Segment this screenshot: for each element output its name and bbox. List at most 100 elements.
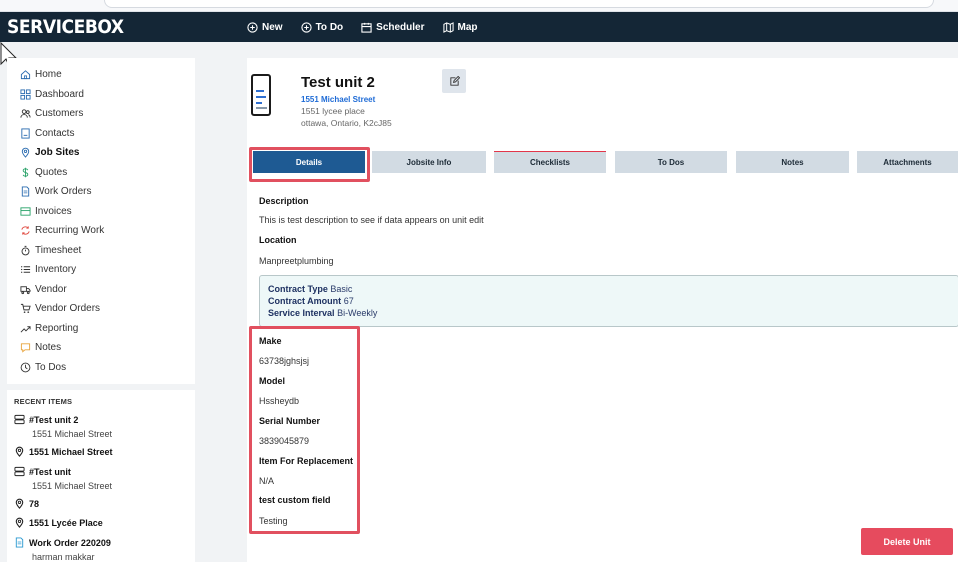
unit-detail-panel: Test unit 2 1551 Michael Street 1551 lyc…	[247, 58, 958, 562]
recent-items-title: RECENT ITEMS	[14, 397, 73, 406]
sidebar-item-timesheet[interactable]: Timesheet	[7, 241, 195, 261]
edit-icon	[449, 75, 460, 86]
location-pin-icon	[15, 498, 24, 509]
tab-notes[interactable]: Notes	[736, 151, 849, 173]
sidebar-item-label: Contacts	[35, 127, 75, 139]
location-value: Manpreetplumbing	[259, 256, 334, 266]
custom-field-label: test custom field	[259, 495, 331, 505]
recent-item-label: 1551 Lycée Place	[29, 517, 103, 528]
truck-icon	[20, 286, 31, 294]
sidebar-item-dashboard[interactable]: Dashboard	[7, 85, 195, 105]
nav-todo-button[interactable]: To Do	[300, 21, 344, 33]
sidebar-item-label: Customers	[35, 108, 84, 120]
recent-item-label: 1551 Michael Street	[29, 446, 113, 457]
item-for-replacement-label: Item For Replacement	[259, 456, 354, 466]
recent-item[interactable]: #Test unit 2	[14, 412, 195, 427]
nav-new-button[interactable]: New	[247, 22, 283, 33]
sidebar-item-inventory[interactable]: Inventory	[7, 260, 195, 280]
recent-item-label: #Test unit 2	[29, 414, 79, 425]
recent-item-label: Work Order 220209	[29, 537, 111, 548]
sidebar-item-quotes[interactable]: Quotes	[7, 163, 195, 183]
sidebar-item-label: To Dos	[35, 361, 67, 373]
sidebar-item-label: Reporting	[35, 322, 79, 334]
server-icon	[14, 414, 25, 425]
description-label: Description	[259, 196, 309, 206]
sidebar-item-customers[interactable]: Customers	[7, 104, 195, 124]
sidebar-item-contacts[interactable]: Contacts	[7, 124, 195, 144]
sidebar-item-reporting[interactable]: Reporting	[7, 319, 195, 339]
nav-map-button[interactable]: Map	[442, 21, 478, 33]
sidebar-item-label: Work Orders	[35, 186, 92, 198]
cart-icon	[20, 304, 31, 314]
address-line-1: 1551 lycee place	[301, 106, 365, 116]
tab-to-dos[interactable]: To Dos	[615, 151, 727, 173]
document-icon	[15, 537, 24, 548]
location-pin-icon	[21, 148, 30, 159]
sidebar-item-invoices[interactable]: Invoices	[7, 202, 195, 222]
sidebar-item-to-dos[interactable]: To Dos	[7, 358, 195, 378]
plus-circle-icon	[247, 21, 258, 33]
service-interval-label: Service Interval	[268, 308, 335, 318]
recent-item-label: #Test unit	[29, 466, 71, 477]
sidebar-item-label: Recurring Work	[35, 225, 105, 237]
description-value: This is test description to see if data …	[259, 215, 484, 225]
clock-icon	[20, 362, 31, 373]
nav-todo-label: To Do	[315, 21, 344, 33]
tab-jobsite-info[interactable]: Jobsite Info	[372, 151, 486, 173]
job-site-link[interactable]: 1551 Michael Street	[301, 95, 375, 104]
serial-number-label: Serial Number	[259, 416, 321, 426]
recent-item[interactable]: Work Order 220209	[14, 535, 195, 550]
recent-item[interactable]: 1551 Michael Street	[14, 444, 195, 459]
service-interval-value: Bi-Weekly	[337, 308, 378, 318]
invoice-icon	[20, 207, 31, 216]
sidebar-item-notes[interactable]: Notes	[7, 338, 195, 358]
sidebar-item-label: Quotes	[35, 166, 68, 178]
list-icon	[21, 266, 31, 274]
sidebar-item-recurring-work[interactable]: Recurring Work	[7, 221, 195, 241]
sidebar-item-work-orders[interactable]: Work Orders	[7, 182, 195, 202]
contract-info-box: Contract Type Basic Contract Amount 67 S…	[259, 275, 958, 327]
recent-item-sub: 1551 Michael Street	[32, 429, 113, 439]
recent-item-label: 78	[29, 498, 40, 509]
app-logo[interactable]: SERVICEBOX	[7, 16, 223, 38]
sidebar-item-vendor-orders[interactable]: Vendor Orders	[7, 299, 195, 319]
url-bar[interactable]	[104, 0, 934, 8]
make-label: Make	[259, 336, 282, 346]
edit-unit-button[interactable]	[442, 69, 466, 93]
note-icon	[20, 343, 31, 353]
serial-number-value: 3839045879	[259, 436, 310, 446]
recent-item-sub: 1551 Michael Street	[32, 481, 113, 491]
top-navbar: SERVICEBOX New To Do Scheduler Map	[0, 12, 958, 42]
tab-checklists[interactable]: Checklists	[494, 151, 606, 173]
make-value: 63738jghsjsj	[259, 356, 310, 366]
custom-field-value: Testing	[259, 516, 288, 526]
tab-attachments[interactable]: Attachments	[857, 151, 958, 173]
model-label: Model	[259, 376, 285, 386]
contract-type-value: Basic	[330, 284, 353, 294]
delete-unit-button[interactable]: Delete Unit	[861, 528, 953, 555]
contract-type-row: Contract Type Basic	[268, 284, 958, 296]
tab-details[interactable]: Details	[253, 151, 365, 173]
plus-circle-icon	[300, 21, 312, 33]
sidebar: Home Dashboard Customers Contacts Job Si…	[7, 58, 195, 384]
recent-item[interactable]: #Test unit	[14, 464, 195, 479]
sidebar-item-home[interactable]: Home	[7, 65, 195, 85]
location-pin-icon	[15, 517, 24, 528]
nav-new-label: New	[262, 21, 283, 33]
contacts-icon	[21, 128, 30, 139]
recent-item[interactable]: 1551 Lycée Place	[14, 515, 195, 530]
sidebar-item-vendor[interactable]: Vendor	[7, 280, 195, 300]
location-pin-icon	[15, 446, 24, 457]
contract-type-label: Contract Type	[268, 284, 328, 294]
map-icon	[442, 21, 454, 33]
contract-amount-label: Contract Amount	[268, 296, 342, 306]
trend-icon	[20, 325, 31, 333]
sidebar-item-job-sites[interactable]: Job Sites	[7, 143, 195, 163]
nav-scheduler-button[interactable]: Scheduler	[361, 22, 425, 33]
unit-title: Test unit 2	[301, 74, 375, 91]
calendar-icon	[361, 22, 372, 33]
nav-map-label: Map	[457, 21, 478, 33]
document-icon	[21, 186, 30, 197]
recent-item[interactable]: 78	[14, 496, 195, 511]
recurring-icon	[21, 226, 30, 235]
